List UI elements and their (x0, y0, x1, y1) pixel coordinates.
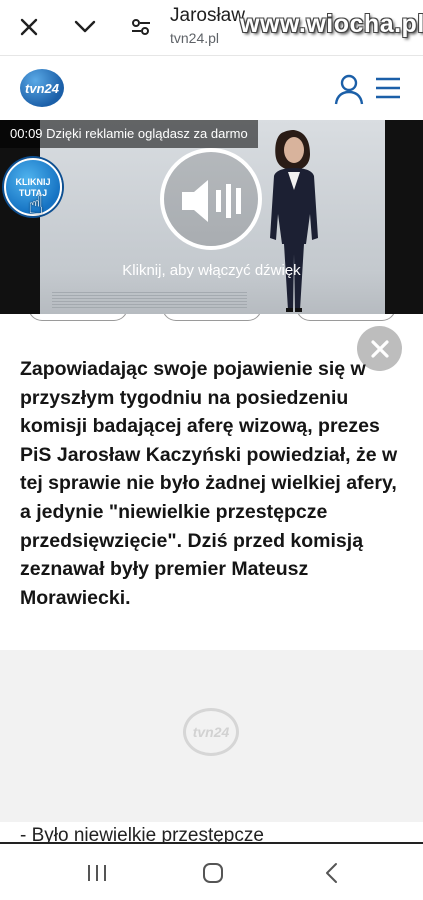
page-title[interactable]: Jarosław (170, 5, 245, 27)
close-icon[interactable] (12, 10, 46, 44)
user-icon[interactable] (333, 73, 365, 105)
unmute-prompt[interactable]: Kliknij, aby włączyć dźwięk (0, 262, 423, 279)
tvn24-logo[interactable]: tvn24 (20, 69, 64, 107)
ad-counter: 00:09 Dzięki reklamie oglądasz za darmo (0, 120, 258, 148)
hand-pointer-icon: ☝ (28, 190, 44, 220)
speaker-icon (182, 180, 241, 222)
unmute-button[interactable] (160, 148, 262, 250)
chevron-down-icon[interactable] (68, 10, 102, 44)
page-settings-icon[interactable] (124, 10, 158, 44)
ad-video[interactable]: 00:09 Dzięki reklamie oglądasz za darmo … (0, 120, 423, 314)
logo-text: tvn24 (25, 80, 59, 96)
site-header: tvn24 (0, 57, 423, 120)
hamburger-menu-icon[interactable] (376, 77, 400, 99)
recent-apps-icon[interactable] (84, 862, 110, 884)
system-nav-bar (0, 842, 423, 900)
video-logo-text: tvn24 (192, 724, 230, 740)
page-url[interactable]: tvn24.pl (170, 30, 219, 46)
watermark: www.wiocha.pl (240, 10, 423, 38)
ad-presenter-image (270, 130, 318, 312)
article-lead: Zapowiadając swoje pojawienie się w przy… (20, 358, 398, 609)
browser-toolbar: Jarosław tvn24.pl www.wiocha.pl (0, 0, 423, 56)
back-icon[interactable] (320, 862, 346, 884)
video-placeholder-logo: tvn24 (183, 708, 239, 756)
ad-disclaimer (52, 292, 247, 308)
home-icon[interactable] (200, 862, 226, 884)
